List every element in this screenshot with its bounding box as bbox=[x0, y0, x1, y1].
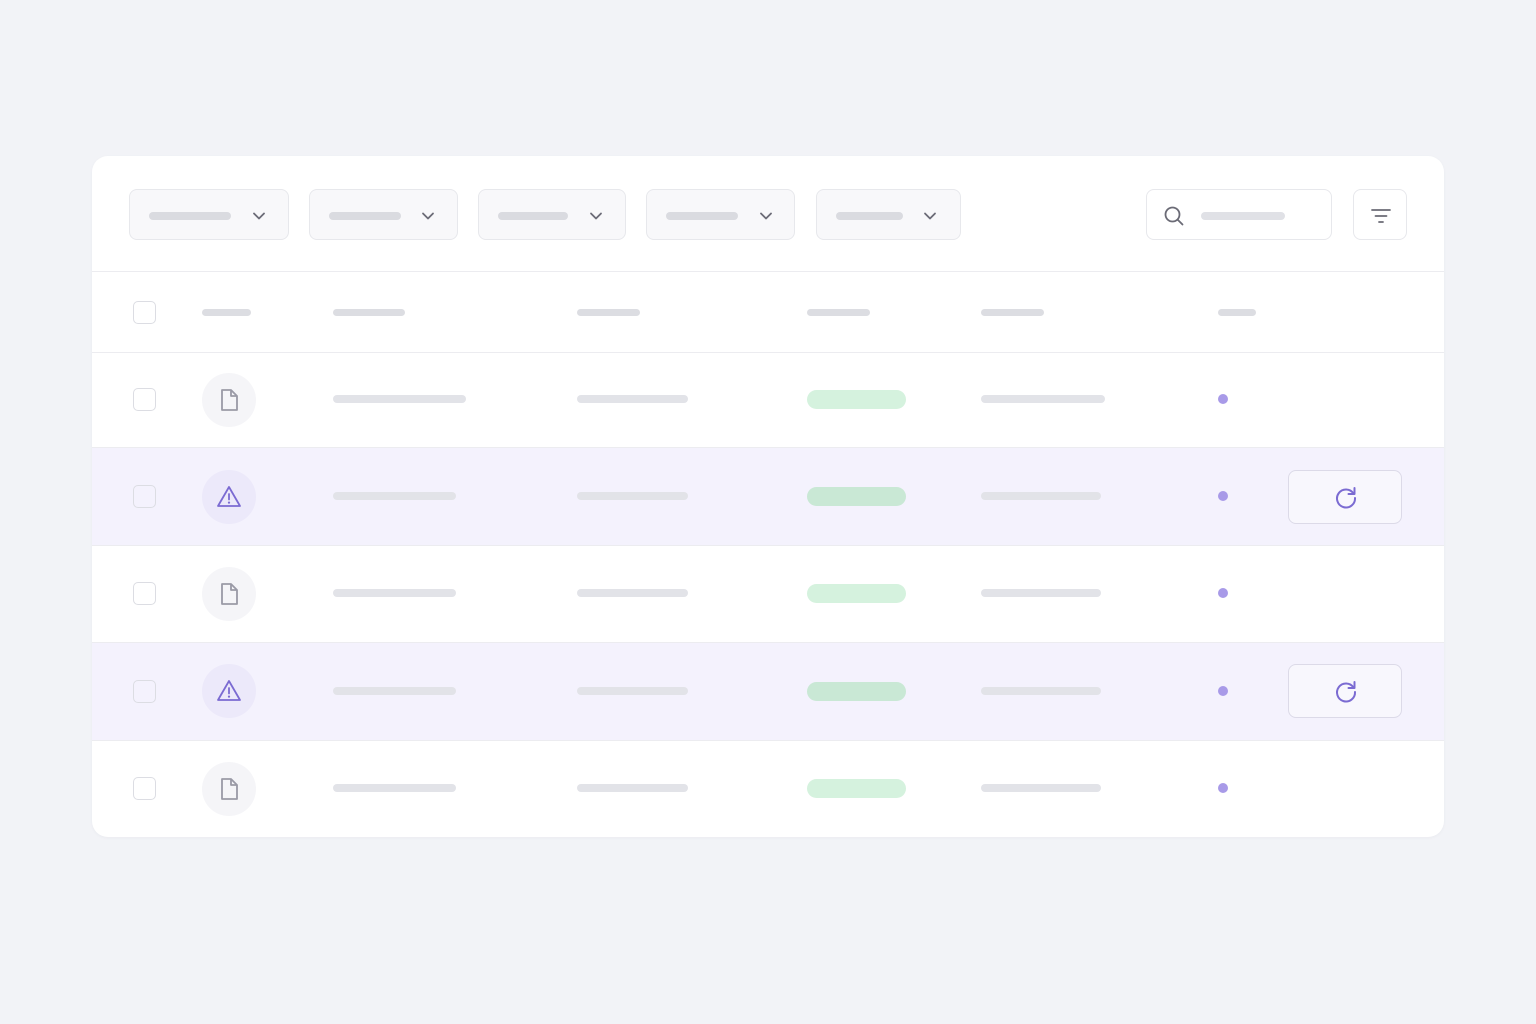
dropdown-placeholder bbox=[836, 212, 903, 220]
cell-date bbox=[981, 589, 1101, 597]
toolbar bbox=[92, 156, 1444, 271]
cell-name bbox=[333, 687, 456, 695]
row-checkbox[interactable] bbox=[133, 582, 156, 605]
row-type-badge bbox=[202, 762, 256, 816]
retry-button[interactable] bbox=[1288, 470, 1402, 524]
table-row-warning[interactable] bbox=[92, 448, 1444, 545]
chevron-down-icon bbox=[253, 212, 265, 220]
cell-name bbox=[333, 492, 456, 500]
chevron-down-icon bbox=[422, 212, 434, 220]
filter-dropdown-3[interactable] bbox=[478, 189, 626, 240]
status-dot bbox=[1218, 394, 1228, 404]
column-header-status bbox=[807, 309, 870, 316]
cell-source bbox=[577, 589, 688, 597]
cell-source bbox=[577, 784, 688, 792]
status-dot bbox=[1218, 686, 1228, 696]
search-input[interactable] bbox=[1146, 189, 1332, 240]
file-icon bbox=[221, 583, 238, 605]
row-type-badge bbox=[202, 567, 256, 621]
search-icon bbox=[1164, 206, 1184, 226]
table-card bbox=[92, 156, 1444, 837]
filter-dropdown-5[interactable] bbox=[816, 189, 961, 240]
refresh-icon bbox=[1336, 681, 1357, 703]
row-checkbox[interactable] bbox=[133, 388, 156, 411]
table-row[interactable] bbox=[92, 353, 1444, 447]
select-all-checkbox[interactable] bbox=[133, 301, 156, 324]
row-type-badge bbox=[202, 470, 256, 524]
column-header-indicator bbox=[1218, 309, 1256, 316]
chevron-down-icon bbox=[760, 212, 772, 220]
table-header bbox=[92, 272, 1444, 352]
status-dot bbox=[1218, 588, 1228, 598]
dropdown-placeholder bbox=[329, 212, 401, 220]
cell-date bbox=[981, 687, 1101, 695]
dropdown-placeholder bbox=[149, 212, 231, 220]
row-checkbox[interactable] bbox=[133, 777, 156, 800]
column-header-date bbox=[981, 309, 1044, 316]
warning-icon bbox=[217, 680, 241, 701]
filter-dropdown-4[interactable] bbox=[646, 189, 795, 240]
column-header-source bbox=[577, 309, 640, 316]
row-type-badge bbox=[202, 373, 256, 427]
cell-date bbox=[981, 492, 1101, 500]
status-badge bbox=[807, 779, 906, 798]
cell-name bbox=[333, 589, 456, 597]
status-badge bbox=[807, 390, 906, 409]
dropdown-placeholder bbox=[498, 212, 568, 220]
row-checkbox[interactable] bbox=[133, 680, 156, 703]
filter-button[interactable] bbox=[1353, 189, 1407, 240]
filter-lines-icon bbox=[1371, 209, 1391, 223]
dropdown-placeholder bbox=[666, 212, 738, 220]
retry-button[interactable] bbox=[1288, 664, 1402, 718]
status-dot bbox=[1218, 491, 1228, 501]
table-row-warning[interactable] bbox=[92, 643, 1444, 740]
table-row[interactable] bbox=[92, 741, 1444, 837]
cell-date bbox=[981, 784, 1101, 792]
chevron-down-icon bbox=[924, 212, 936, 220]
refresh-icon bbox=[1336, 487, 1357, 509]
status-badge bbox=[807, 682, 906, 701]
cell-name bbox=[333, 784, 456, 792]
cell-source bbox=[577, 687, 688, 695]
cell-source bbox=[577, 395, 688, 403]
row-checkbox[interactable] bbox=[133, 485, 156, 508]
column-header-name bbox=[333, 309, 405, 316]
file-icon bbox=[221, 389, 238, 411]
warning-icon bbox=[217, 486, 241, 507]
filter-dropdown-1[interactable] bbox=[129, 189, 289, 240]
column-header-type bbox=[202, 309, 251, 316]
file-icon bbox=[221, 778, 238, 800]
row-type-badge bbox=[202, 664, 256, 718]
status-badge bbox=[807, 584, 906, 603]
chevron-down-icon bbox=[590, 212, 602, 220]
status-badge bbox=[807, 487, 906, 506]
table-row[interactable] bbox=[92, 546, 1444, 642]
filter-dropdown-2[interactable] bbox=[309, 189, 458, 240]
status-dot bbox=[1218, 783, 1228, 793]
cell-name bbox=[333, 395, 466, 403]
cell-source bbox=[577, 492, 688, 500]
search-placeholder bbox=[1201, 212, 1285, 220]
cell-date bbox=[981, 395, 1105, 403]
